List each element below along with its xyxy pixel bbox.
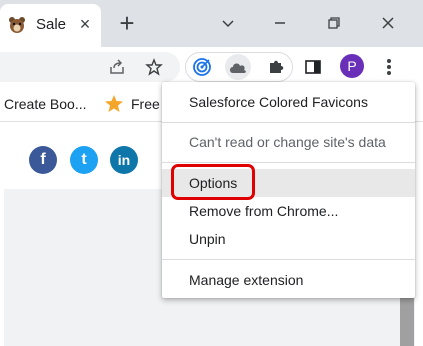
menu-item-manage-extension[interactable]: Manage extension <box>162 266 415 294</box>
new-tab-button[interactable]: + <box>114 10 140 36</box>
menu-item-remove-from-chrome[interactable]: Remove from Chrome... <box>162 197 415 225</box>
menu-divider <box>162 259 415 260</box>
menu-item-site-access: Can't read or change site's data <box>189 134 386 150</box>
tab-strip: Sales × + <box>0 0 423 47</box>
kebab-menu-icon[interactable] <box>376 54 402 80</box>
linkedin-icon[interactable]: in <box>110 146 138 174</box>
close-window-icon[interactable] <box>374 9 402 37</box>
menu-item-extension-name[interactable]: Salesforce Colored Favicons <box>162 88 415 116</box>
profile-avatar[interactable]: P <box>340 54 364 78</box>
share-icon[interactable] <box>104 54 130 80</box>
puzzle-extensions-icon[interactable] <box>263 54 289 80</box>
bookmark-star-icon[interactable] <box>141 54 167 80</box>
salesforce-bear-icon <box>8 16 26 34</box>
options-highlight-box <box>171 164 255 200</box>
target-extension-icon[interactable] <box>189 54 215 80</box>
minimize-icon[interactable] <box>266 9 294 37</box>
bookmark-free[interactable]: Free <box>131 96 160 112</box>
tab-search-icon[interactable] <box>214 9 242 37</box>
restore-icon[interactable] <box>320 9 348 37</box>
menu-divider <box>162 122 415 123</box>
tab-title: Sales <box>36 16 66 33</box>
close-tab-icon[interactable]: × <box>74 13 96 35</box>
star-icon <box>104 94 124 117</box>
menu-divider <box>162 162 415 163</box>
cloud-icon <box>225 54 251 80</box>
browser-tab[interactable]: Sales × <box>0 4 101 47</box>
menu-item-unpin[interactable]: Unpin <box>162 225 415 253</box>
twitter-icon[interactable]: t <box>70 146 98 174</box>
side-panel-icon[interactable] <box>300 54 326 80</box>
bookmark-create-book[interactable]: Create Boo... <box>4 96 87 112</box>
facebook-icon[interactable]: f <box>29 146 57 174</box>
